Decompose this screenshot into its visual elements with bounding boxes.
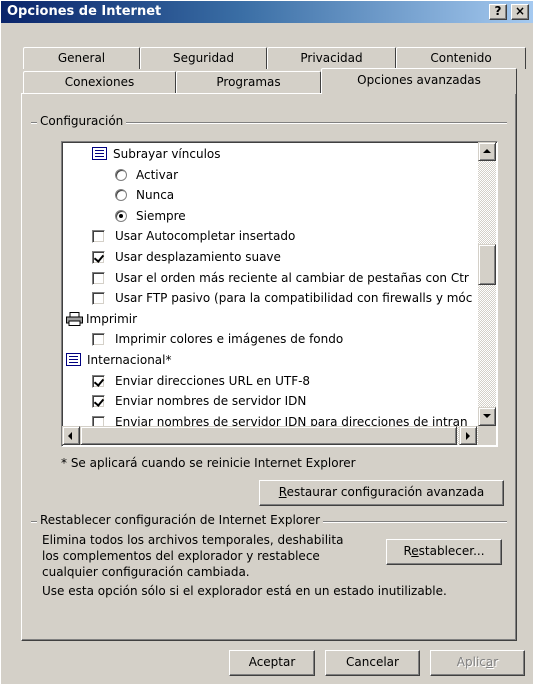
scrollbar-corner (478, 426, 496, 445)
checkbox[interactable] (92, 333, 105, 347)
title-bar[interactable]: Opciones de Internet ? × (1, 1, 533, 23)
tab-privacy[interactable]: Privacidad (267, 47, 396, 69)
apply-button[interactable]: Aplicar (430, 650, 525, 676)
tab-security[interactable]: Seguridad (140, 47, 267, 69)
checkbox-checked[interactable] (92, 395, 105, 409)
reset-description-line-2: los complementos del explorador y restab… (42, 549, 320, 563)
radio[interactable] (115, 189, 127, 202)
settings-item-radio[interactable]: Nunca (62, 185, 497, 205)
settings-item-label: Siempre (136, 208, 186, 223)
settings-item-label: Activar (136, 167, 179, 182)
tab-advanced[interactable]: Opciones avanzadas (321, 68, 517, 94)
settings-item-category: Subrayar vínculos (62, 144, 497, 164)
settings-item-checkbox[interactable]: Usar FTP pasivo (para la compatibilidad … (62, 288, 497, 308)
checkbox-checked[interactable] (92, 374, 105, 388)
vertical-scroll-thumb[interactable] (478, 244, 496, 285)
settings-item-label: Subrayar vínculos (113, 147, 221, 161)
settings-item-checkbox[interactable]: Enviar direcciones URL en UTF-8 (62, 371, 497, 391)
radio[interactable] (115, 168, 127, 181)
reset-description-line-3: cualquier configuración cambiada. (42, 565, 250, 579)
tab-content[interactable]: Contenido (396, 47, 526, 69)
list-icon (66, 353, 81, 366)
settings-item-label: Usar el orden más reciente al cambiar de… (115, 270, 469, 285)
help-button[interactable]: ? (489, 4, 507, 20)
tab-row-back: General Seguridad Privacidad Contenido (1, 47, 533, 69)
right-arrow-icon (466, 432, 470, 440)
checkbox-checked[interactable] (92, 251, 105, 264)
reset-description-line-1: Elimina todos los archivos temporales, d… (42, 533, 344, 547)
settings-item-label: Internacional* (87, 353, 172, 367)
restore-label: estaurar configuración avanzada (286, 485, 485, 499)
scroll-down-button[interactable] (478, 407, 496, 426)
left-arrow-icon (68, 432, 72, 440)
settings-item-category: Internacional* (62, 350, 497, 370)
restart-note: * Se aplicará cuando se reinicie Interne… (61, 456, 356, 470)
settings-item-label: Imprimir (86, 311, 138, 326)
settings-item-checkbox[interactable]: Enviar nombres de servidor IDN (62, 391, 497, 411)
settings-item-label: Enviar direcciones URL en UTF-8 (115, 373, 311, 388)
settings-item-radio[interactable]: Siempre (62, 206, 497, 226)
checkbox[interactable] (92, 230, 105, 244)
horizontal-scroll-thumb[interactable] (80, 426, 457, 445)
settings-item-label: Nunca (136, 188, 175, 203)
scroll-right-button[interactable] (459, 426, 477, 445)
down-arrow-icon (483, 414, 491, 418)
ok-button[interactable]: Aceptar (229, 650, 315, 676)
settings-list[interactable]: Subrayar vínculos Activar Nunca Siempre Usar… (61, 141, 498, 447)
reset-label-post: stablecer... (418, 544, 485, 558)
reset-warning: Use esta opción sólo si el explorador es… (42, 584, 447, 598)
scroll-up-button[interactable] (478, 142, 496, 161)
apply-label-pre: Aplic (456, 655, 486, 669)
list-icon (92, 147, 107, 160)
settings-item-checkbox[interactable]: Imprimir colores e imágenes de fondo (62, 329, 497, 349)
settings-item-label: Usar Autocompletar insertado (115, 229, 296, 244)
checkbox[interactable] (92, 292, 105, 306)
reset-button[interactable]: Restablecer... (386, 539, 502, 565)
settings-item-label: Usar FTP pasivo (para la compatibilidad … (115, 291, 473, 306)
settings-item-radio[interactable]: Activar (62, 165, 497, 185)
settings-item-checkbox[interactable]: Usar Autocompletar insertado (62, 226, 497, 246)
scroll-left-button[interactable] (62, 426, 80, 445)
reset-group-label: Restablecer configuración de Internet Ex… (37, 513, 324, 527)
window-title: Opciones de Internet (7, 4, 162, 19)
settings-item-label: Imprimir colores e imágenes de fondo (115, 332, 344, 347)
printer-icon (66, 311, 83, 326)
settings-item-checkbox[interactable]: Usar desplazamiento suave (62, 247, 497, 267)
close-button[interactable]: × (511, 4, 529, 20)
settings-item-category: Imprimir (62, 309, 497, 329)
reset-mnemonic: e (411, 544, 419, 558)
radio-selected[interactable] (115, 209, 127, 222)
apply-label-post: r (493, 655, 499, 669)
settings-group-label: Configuración (37, 114, 127, 128)
settings-item-label: Enviar nombres de servidor IDN (115, 394, 307, 409)
tab-row-front: Conexiones Programas Opciones avanzadas (1, 68, 533, 94)
tab-programs[interactable]: Programas (176, 71, 321, 93)
cancel-button[interactable]: Cancelar (325, 650, 420, 676)
restore-mnemonic: R (278, 485, 287, 499)
restore-advanced-button[interactable]: Restaurar configuración avanzada (259, 480, 504, 506)
settings-item-label: Usar desplazamiento suave (115, 250, 281, 264)
settings-item-checkbox[interactable]: Usar el orden más reciente al cambiar de… (62, 268, 497, 288)
internet-options-dialog: Opciones de Internet ? × General Segurid… (0, 0, 533, 684)
tab-general[interactable]: General (23, 47, 140, 69)
tab-connections[interactable]: Conexiones (23, 71, 176, 93)
up-arrow-icon (483, 149, 491, 153)
checkbox[interactable] (92, 271, 105, 285)
